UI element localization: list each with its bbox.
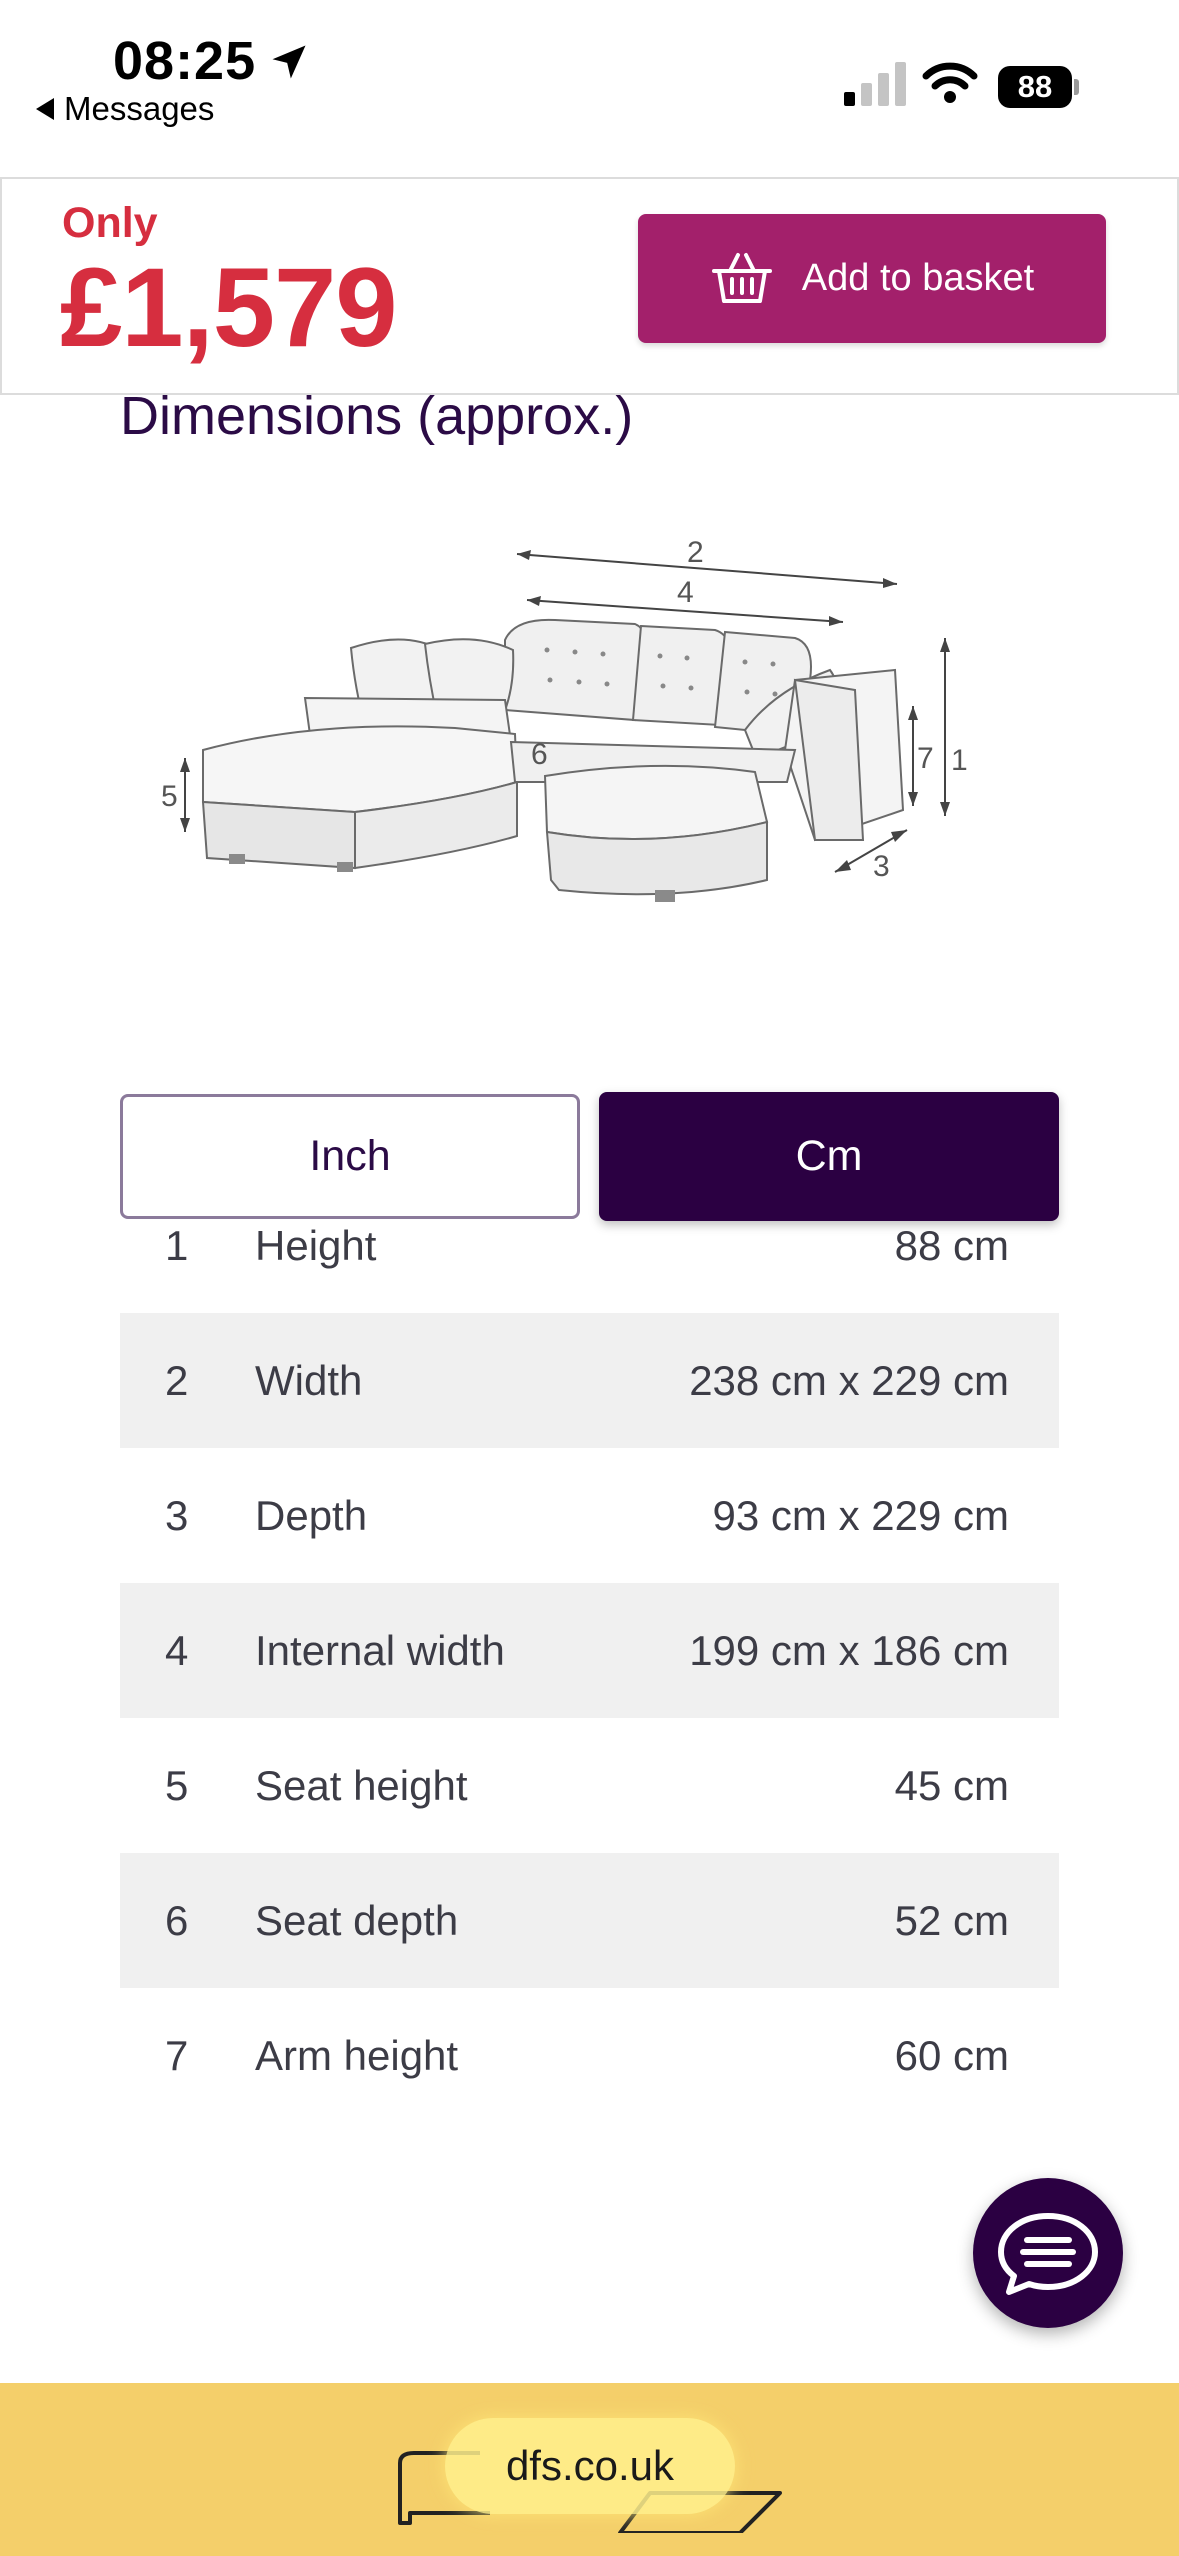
dimension-label: Seat depth <box>255 1897 459 1944</box>
dimension-number: 1 <box>165 1222 189 1269</box>
diagram-label-5: 5 <box>161 780 178 813</box>
dimension-label: Depth <box>255 1492 368 1539</box>
dimension-label: Width <box>255 1357 363 1404</box>
diagram-label-4: 4 <box>677 576 694 609</box>
diagram-label-1: 1 <box>951 744 968 777</box>
dimension-number: 2 <box>165 1357 189 1404</box>
diagram-label-6: 6 <box>531 738 548 771</box>
status-bar: 08:25 Messages 88 <box>0 0 1179 170</box>
sticky-price-bar: Only £1,579 Add to basket <box>0 177 1179 395</box>
only-label: Only <box>62 199 158 247</box>
dimension-label: Height <box>255 1222 377 1269</box>
add-to-basket-label: Add to basket <box>801 257 1035 299</box>
dimension-row-height: 1 Height 88 cm <box>120 1178 1059 1313</box>
status-time: 08:25 <box>113 31 257 91</box>
dimension-value: 199 cm x 186 cm <box>689 1627 1009 1674</box>
basket-icon <box>711 252 772 303</box>
dimension-value: 88 cm <box>894 1222 1009 1269</box>
price: £1,579 <box>60 245 398 370</box>
battery-level: 88 <box>998 66 1072 108</box>
browser-address-bar: dfs.co.uk <box>0 2383 1179 2556</box>
back-triangle-icon <box>36 98 54 120</box>
back-label: Messages <box>64 90 215 127</box>
signal-icon <box>844 62 906 106</box>
dimension-row-seat-depth: 6 Seat depth 52 cm <box>120 1853 1059 1988</box>
dimension-number: 4 <box>165 1627 189 1674</box>
dimension-number: 6 <box>165 1897 189 1944</box>
dimension-value: 45 cm <box>894 1762 1009 1809</box>
diagram-label-2: 2 <box>687 536 704 569</box>
chat-icon <box>998 2213 1098 2295</box>
diagram-label-7: 7 <box>917 742 934 775</box>
dimension-label: Internal width <box>255 1627 505 1674</box>
dimension-row-internal-width: 4 Internal width 199 cm x 186 cm <box>120 1583 1059 1718</box>
dimension-value: 93 cm x 229 cm <box>712 1492 1009 1539</box>
add-to-basket-button[interactable]: Add to basket <box>638 214 1106 343</box>
dimension-row-depth: 3 Depth 93 cm x 229 cm <box>120 1448 1059 1583</box>
dimensions-table: 1 Height 88 cm 2 Width 238 cm x 229 cm 3… <box>120 1178 1059 2123</box>
sofa-dimensions-diagram: 1 2 3 4 5 6 7 <box>161 536 968 902</box>
location-arrow-icon <box>272 45 306 79</box>
dimension-row-width: 2 Width 238 cm x 229 cm <box>120 1313 1059 1448</box>
chat-button[interactable] <box>973 2178 1123 2328</box>
dimension-number: 7 <box>165 2032 189 2079</box>
url-field[interactable]: dfs.co.uk <box>445 2418 735 2514</box>
dimension-number: 5 <box>165 1762 189 1809</box>
dimension-label: Arm height <box>255 2032 459 2079</box>
dimension-value: 238 cm x 229 cm <box>689 1357 1009 1404</box>
wifi-icon <box>922 62 978 103</box>
dimension-label: Seat height <box>255 1762 468 1809</box>
diagram-label-3: 3 <box>873 850 890 883</box>
dimension-value: 52 cm <box>894 1897 1009 1944</box>
back-to-messages[interactable]: Messages <box>36 90 214 128</box>
dimension-value: 60 cm <box>894 2032 1009 2079</box>
battery-icon: 88 <box>998 66 1080 108</box>
dimension-row-arm-height: 7 Arm height 60 cm <box>120 1988 1059 2123</box>
dimension-number: 3 <box>165 1492 189 1539</box>
dimension-row-seat-height: 5 Seat height 45 cm <box>120 1718 1059 1853</box>
